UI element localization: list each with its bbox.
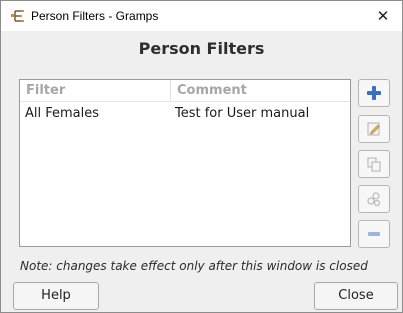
gramps-app-icon [9,8,25,24]
filter-row[interactable]: All Females Test for User manual [20,103,350,125]
window-title: Person Filters - Gramps [31,9,159,23]
test-filter-button[interactable] [358,185,390,213]
filter-name-cell: All Females [25,106,100,121]
person-filters-window: Person Filters - Gramps ✕ Person Filters… [0,0,403,313]
help-button[interactable]: Help [13,282,99,310]
filter-comment-cell: Test for User manual [175,106,310,121]
changes-note: Note: changes take effect only after thi… [20,259,368,273]
close-button[interactable]: Close [314,282,398,310]
column-header-comment[interactable]: Comment [171,80,350,102]
edit-filter-button[interactable] [358,115,390,143]
filter-list[interactable]: Filter Comment All Females Test for User… [19,79,351,247]
column-header-filter[interactable]: Filter [20,80,171,102]
add-filter-button[interactable] [358,79,390,107]
remove-filter-button[interactable] [358,220,390,248]
dialog-heading: Person Filters [138,39,265,58]
window-close-icon[interactable]: ✕ [367,3,399,29]
title-bar: Person Filters - Gramps ✕ [1,1,402,31]
copy-filter-button[interactable] [358,150,390,178]
